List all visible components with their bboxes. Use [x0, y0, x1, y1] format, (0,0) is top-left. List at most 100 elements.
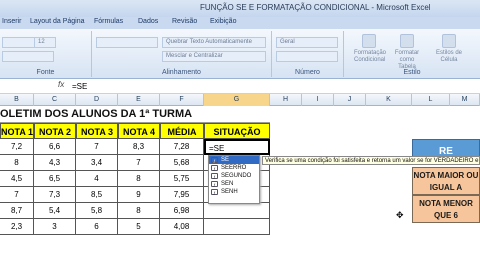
conditional-format-label: Formatação Condicional — [354, 50, 387, 63]
cell-nota1[interactable]: 8,7 — [0, 203, 34, 219]
header-media[interactable]: MÉDIA — [160, 123, 204, 139]
styles-group: Formatação Condicional Formatar como Tab… — [344, 31, 480, 77]
cell-nota1[interactable]: 2,3 — [0, 219, 34, 235]
autocomplete-item-label: SEGUNDO — [221, 173, 252, 179]
conditional-format-icon — [362, 34, 376, 48]
autocomplete-item-label: SEN — [221, 181, 234, 187]
function-icon: ƒ — [211, 189, 218, 195]
sheet-title[interactable]: OLETIM DOS ALUNOS DA 1ª TURMA — [0, 106, 270, 123]
merge-center-button[interactable]: Mesclar e Centralizar — [162, 51, 266, 62]
cell-media[interactable]: 4,08 — [160, 219, 204, 235]
mouse-cursor-icon: ✥ — [396, 210, 404, 220]
align-buttons[interactable] — [96, 37, 158, 48]
cell-styles-label: Estilos de Célula — [435, 50, 462, 63]
autocomplete-item[interactable]: ƒ SENH — [209, 188, 259, 196]
ribbon-tabs: Inserir Layout da Página Fórmulas Dados … — [0, 17, 480, 29]
cell-media[interactable]: 5,75 — [160, 171, 204, 187]
font-group: 12 Fonte — [0, 31, 92, 77]
header-nota3[interactable]: NOTA 3 — [76, 123, 118, 139]
col-header-c[interactable]: C — [34, 94, 76, 106]
cell-nota3[interactable]: 5,8 — [76, 203, 118, 219]
tab-layout[interactable]: Layout da Página — [30, 18, 85, 25]
cell-media[interactable]: 6,98 — [160, 203, 204, 219]
cell-nota1[interactable]: 8 — [0, 155, 34, 171]
autocomplete-list[interactable]: ƒ SE ƒ SEERRO ƒ SEGUNDO ƒ SEN ƒ SENH — [208, 155, 260, 204]
col-header-l[interactable]: L — [412, 94, 450, 106]
tab-formulas[interactable]: Fórmulas — [94, 18, 123, 25]
col-header-d[interactable]: D — [76, 94, 118, 106]
cell-situacao[interactable] — [204, 203, 270, 219]
autocomplete-item[interactable]: ƒ SEERRO — [209, 164, 259, 172]
col-header-f[interactable]: F — [160, 94, 204, 106]
autocomplete-item-label: SENH — [221, 189, 238, 195]
cell-nota1[interactable]: 4,5 — [0, 171, 34, 187]
col-header-k[interactable]: K — [366, 94, 412, 106]
function-icon: ƒ — [211, 157, 218, 163]
tab-inserir[interactable]: Inserir — [2, 18, 21, 25]
tab-revisao[interactable]: Revisão — [172, 18, 197, 25]
cell-nota4[interactable]: 7 — [118, 155, 160, 171]
cell-nota2[interactable]: 6,5 — [34, 171, 76, 187]
header-nota4[interactable]: NOTA 4 — [118, 123, 160, 139]
alignment-group-label: Alinhamento — [162, 69, 201, 76]
autocomplete-item-label: SE — [221, 157, 230, 163]
cell-media[interactable]: 5,68 — [160, 155, 204, 171]
header-nota2[interactable]: NOTA 2 — [34, 123, 76, 139]
cell-nota2[interactable]: 4,3 — [34, 155, 76, 171]
autocomplete-item[interactable]: ƒ SEGUNDO — [209, 172, 259, 180]
cell-situacao[interactable] — [204, 219, 270, 235]
cell-nota2[interactable]: 6,6 — [34, 139, 76, 155]
cell-nota4[interactable]: 9 — [118, 187, 160, 203]
cell-situacao[interactable]: =SE — [204, 139, 270, 155]
format-table-icon — [400, 34, 414, 48]
cell-nota1[interactable]: 7,2 — [0, 139, 34, 155]
autocomplete-item[interactable]: ƒ SEN — [209, 180, 259, 188]
header-situacao[interactable]: SITUAÇÃO — [204, 123, 270, 139]
cell-nota1[interactable]: 7 — [0, 187, 34, 203]
format-table-label: Formatar como Tabela — [394, 50, 420, 70]
autocomplete-item[interactable]: ƒ SE — [209, 156, 259, 164]
cell-media[interactable]: 7,95 — [160, 187, 204, 203]
cell-nota3[interactable]: 3,4 — [76, 155, 118, 171]
cell-nota2[interactable]: 3 — [34, 219, 76, 235]
number-format-select[interactable]: Geral — [276, 37, 338, 48]
cell-nota2[interactable]: 7,3 — [34, 187, 76, 203]
conditional-format-button[interactable]: Formatação Condicional — [354, 34, 387, 64]
col-header-b[interactable]: B — [0, 94, 34, 106]
tab-exibicao[interactable]: Exibição — [210, 18, 236, 25]
side-box-menor[interactable]: NOTA MENOR QUE 6 — [412, 195, 480, 223]
cell-nota3[interactable]: 6 — [76, 219, 118, 235]
cell-nota4[interactable]: 8,3 — [118, 139, 160, 155]
number-buttons[interactable] — [276, 51, 338, 62]
col-header-j[interactable]: J — [334, 94, 366, 106]
fx-icon[interactable]: fx — [58, 80, 64, 89]
column-headers: B C D E F G H I J K L M — [0, 94, 480, 106]
font-group-label: Fonte — [36, 69, 55, 76]
font-size-select[interactable]: 12 — [34, 37, 56, 48]
cell-styles-icon — [442, 34, 456, 48]
col-header-m[interactable]: M — [450, 94, 480, 106]
col-header-g[interactable]: G — [204, 94, 270, 106]
cell-nota4[interactable]: 5 — [118, 219, 160, 235]
function-icon: ƒ — [211, 165, 218, 171]
wrap-text-button[interactable]: Quebrar Texto Automaticamente — [162, 37, 266, 48]
font-style-buttons[interactable] — [2, 51, 54, 62]
cell-nota2[interactable]: 5,4 — [34, 203, 76, 219]
cell-styles-button[interactable]: Estilos de Célula — [434, 34, 464, 64]
col-header-h[interactable]: H — [270, 94, 302, 106]
header-nota1[interactable]: NOTA 1 — [0, 123, 34, 139]
col-header-i[interactable]: I — [302, 94, 334, 106]
col-header-e[interactable]: E — [118, 94, 160, 106]
cell-nota3[interactable]: 7 — [76, 139, 118, 155]
ribbon: 12 Fonte Quebrar Texto Automaticamente M… — [0, 29, 480, 79]
side-box-maior[interactable]: NOTA MAIOR OU IGUAL A — [412, 167, 480, 195]
cell-nota3[interactable]: 4 — [76, 171, 118, 187]
formula-input[interactable]: =SE — [72, 82, 87, 91]
cell-media[interactable]: 7,28 — [160, 139, 204, 155]
cell-nota3[interactable]: 8,5 — [76, 187, 118, 203]
number-group-label: Número — [295, 69, 320, 76]
cell-nota4[interactable]: 8 — [118, 203, 160, 219]
cell-nota4[interactable]: 8 — [118, 171, 160, 187]
tab-dados[interactable]: Dados — [138, 18, 158, 25]
format-table-button[interactable]: Formatar como Tabela — [392, 34, 422, 71]
